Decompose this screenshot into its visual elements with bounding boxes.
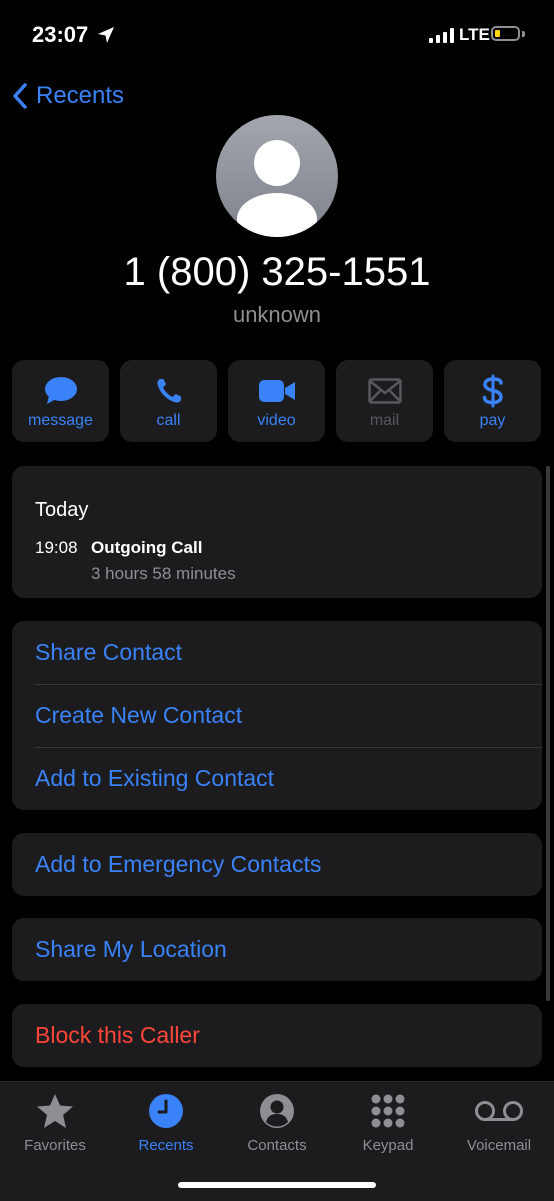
call-duration: 3 hours 58 minutes [91,564,236,583]
battery-cap [522,31,525,37]
message-button[interactable]: message [12,360,109,442]
share-contact-button[interactable]: Share Contact [12,621,542,684]
phone-icon [156,379,181,403]
scrollbar[interactable] [546,466,550,1001]
call-button[interactable]: call [120,360,217,442]
block-group: Block this Caller [12,1004,542,1067]
share-location-button[interactable]: Share My Location [12,918,542,981]
tab-contacts-label: Contacts [247,1137,307,1154]
mail-label: mail [369,412,400,429]
envelope-icon [367,378,402,404]
location-group: Share My Location [12,918,542,981]
status-bar: 23:07 LTE [0,0,554,70]
action-buttons: message call video mail pay [12,360,543,442]
tab-contacts[interactable]: Contacts [222,1092,332,1154]
chevron-left-icon [13,83,27,109]
location-arrow-icon [98,27,114,43]
avatar [216,115,338,237]
emergency-group: Add to Emergency Contacts [12,833,542,896]
tab-keypad[interactable]: Keypad [333,1092,443,1154]
pay-label: pay [479,412,506,429]
call-history-card: Today 19:08 Outgoing Call 3 hours 58 min… [12,466,542,598]
battery-icon [491,26,520,41]
message-label: message [28,412,93,429]
back-label: Recents [36,82,125,109]
tab-favorites[interactable]: Favorites [0,1092,110,1154]
message-bubble-icon [44,377,77,404]
tab-keypad-label: Keypad [362,1137,414,1154]
contact-options-group: Share Contact Create New Contact Add to … [12,621,542,810]
dollar-icon [482,374,503,408]
video-camera-icon [258,380,295,402]
tab-voicemail-label: Voicemail [466,1137,532,1154]
tab-recents[interactable]: Recents [111,1092,221,1154]
tab-favorites-label: Favorites [24,1137,86,1154]
cellular-signal-icon [429,28,454,43]
keypad-icon [371,1094,405,1128]
tab-voicemail[interactable]: Voicemail [444,1092,554,1154]
tab-recents-label: Recents [138,1137,194,1154]
voicemail-icon [475,1101,523,1121]
phone-number: 1 (800) 325-1551 [123,250,431,294]
block-caller-button[interactable]: Block this Caller [12,1004,542,1067]
create-new-contact-button[interactable]: Create New Contact [12,684,542,747]
star-icon [37,1094,73,1128]
video-button[interactable]: video [228,360,325,442]
person-silhouette-icon [237,140,317,237]
network-type: LTE [459,25,490,44]
number-label: unknown [232,302,322,327]
video-label: video [257,412,296,429]
status-time: 23:07 [32,22,89,47]
call-type: Outgoing Call [91,538,203,557]
history-day: Today [35,499,89,521]
call-time: 19:08 [35,538,78,557]
clock-icon [149,1094,183,1128]
call-label: call [156,412,181,429]
person-circle-icon [260,1094,294,1128]
pay-button[interactable]: pay [444,360,541,442]
back-button[interactable]: Recents [12,82,124,110]
home-indicator[interactable] [178,1182,376,1188]
add-existing-contact-button[interactable]: Add to Existing Contact [12,747,542,810]
add-emergency-contacts-button[interactable]: Add to Emergency Contacts [12,833,542,896]
mail-button[interactable]: mail [336,360,433,442]
